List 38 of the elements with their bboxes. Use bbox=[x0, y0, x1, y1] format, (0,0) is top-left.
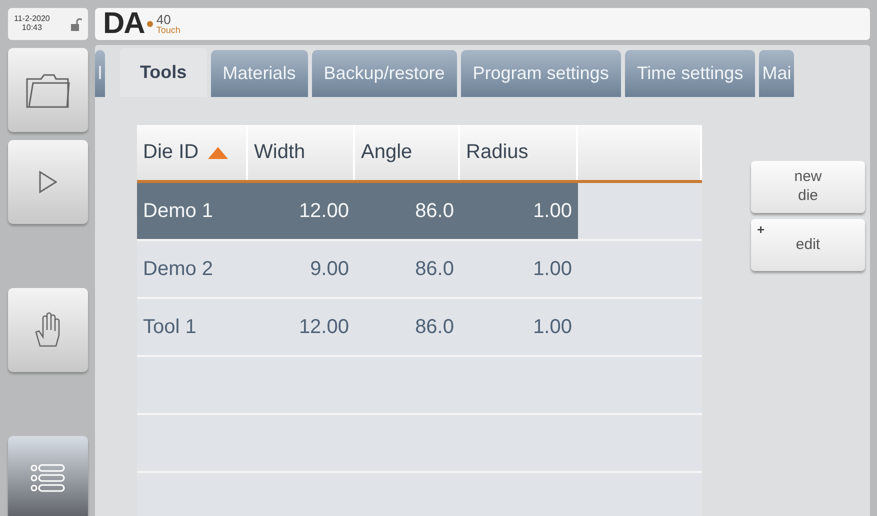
column-header[interactable]: Angle bbox=[355, 125, 460, 180]
plus-mark: + bbox=[757, 222, 765, 238]
date-time: 11-2-2020 10:43 bbox=[14, 15, 50, 33]
table-cell[interactable]: 86.0 bbox=[355, 299, 460, 355]
table-cell[interactable]: Demo 1 bbox=[137, 183, 248, 239]
table-cell[interactable]: 12.00 bbox=[248, 299, 355, 355]
tab[interactable]: Program settings bbox=[460, 50, 621, 97]
logo-edition: Touch bbox=[156, 26, 180, 35]
logo-model: 40 bbox=[156, 13, 171, 26]
table-cell[interactable]: 1.00 bbox=[460, 183, 578, 239]
tab[interactable]: Tools bbox=[120, 48, 207, 97]
folder-button[interactable] bbox=[8, 48, 88, 132]
column-header[interactable]: Width bbox=[248, 125, 355, 180]
table-cell[interactable]: 1.00 bbox=[460, 299, 578, 355]
logo-dot bbox=[147, 21, 154, 27]
edit-button[interactable]: + edit bbox=[751, 219, 865, 271]
tab[interactable]: Mai bbox=[759, 50, 794, 97]
table-cell[interactable]: Tool 1 bbox=[137, 299, 248, 355]
menu-icon bbox=[30, 463, 66, 493]
tab[interactable]: l bbox=[95, 50, 105, 97]
menu-button[interactable] bbox=[8, 436, 88, 516]
table-cell[interactable]: 86.0 bbox=[355, 241, 460, 297]
table-cell[interactable]: 12.00 bbox=[248, 183, 355, 239]
new-die-button[interactable]: new die bbox=[751, 161, 865, 213]
table-cell[interactable]: Demo 2 bbox=[137, 241, 248, 297]
tab[interactable]: Time settings bbox=[624, 50, 756, 97]
column-header[interactable]: Radius bbox=[460, 125, 578, 180]
hand-icon bbox=[34, 312, 62, 348]
table-cell[interactable]: 9.00 bbox=[248, 241, 355, 297]
padlock-icon[interactable] bbox=[70, 17, 82, 31]
logo-brand: DA bbox=[103, 7, 144, 41]
column-header[interactable]: Die ID bbox=[137, 125, 248, 180]
table-cell[interactable]: 86.0 bbox=[355, 183, 460, 239]
table-cell[interactable]: 1.00 bbox=[460, 241, 578, 297]
hand-button[interactable] bbox=[8, 288, 88, 372]
tab[interactable]: Materials bbox=[210, 50, 308, 97]
tab[interactable]: Backup/restore bbox=[312, 50, 457, 97]
play-icon bbox=[38, 170, 58, 194]
